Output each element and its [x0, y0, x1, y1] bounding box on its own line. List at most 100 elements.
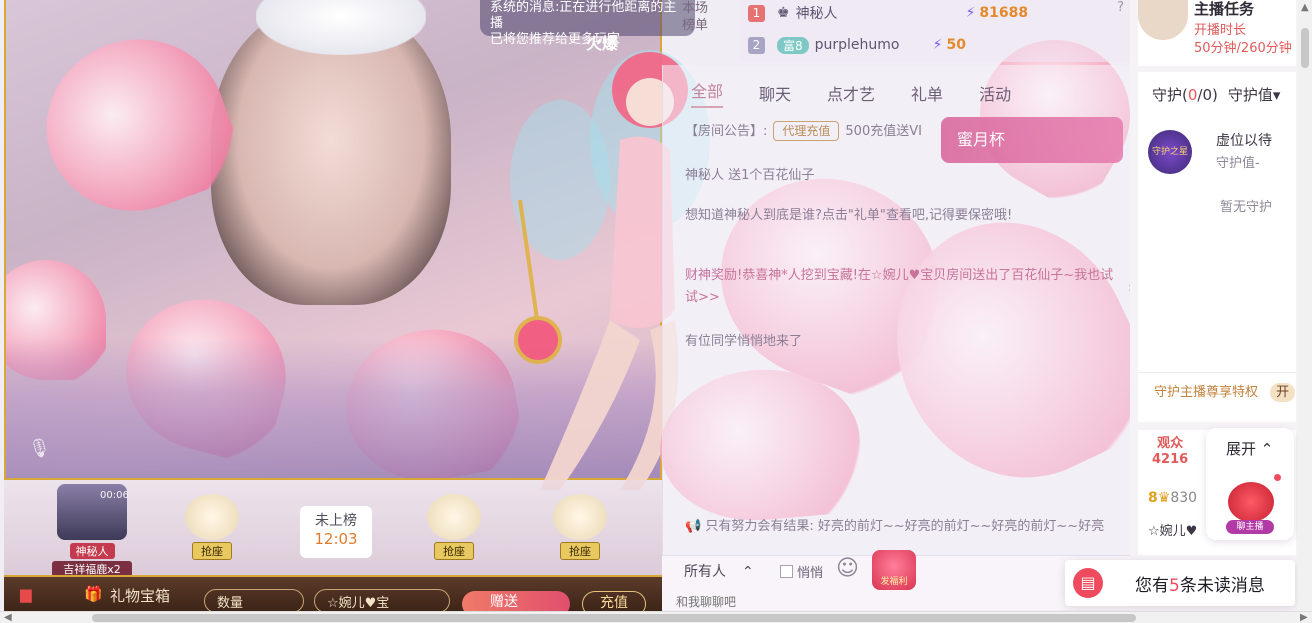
seat-bar: 00:06 神秘人 吉祥福鹿x2 抢座 未上榜 12:03 抢座 抢座 [4, 480, 662, 577]
live-room-page: 🎙 系统的消息:正在进行他距离的主播 已将您推荐给更多玩家 火爆 本场 榜单 1… [0, 0, 1312, 623]
horizontal-scrollbar-thumb[interactable] [92, 614, 1136, 622]
lightning-icon: ⚡ [932, 37, 943, 53]
guard-tab-prefix: 守护( [1152, 86, 1188, 104]
host-seat[interactable]: 00:06 神秘人 吉祥福鹿x2 [52, 484, 132, 577]
gift-recipient-select[interactable]: ☆婉儿♥宝 [314, 589, 450, 613]
guard-star-badge: 守护之星 [1148, 130, 1192, 174]
expand-label: 展开 ⌃ [1226, 438, 1273, 459]
horizontal-scrollbar[interactable]: ◀ ▶ [0, 611, 1312, 623]
gift-box-label[interactable]: 礼物宝箱 [110, 585, 170, 606]
rank-level-badge: 富8 [777, 36, 809, 54]
unread-message-toast[interactable]: ▤ 您有5条未读消息 [1065, 560, 1295, 606]
mystery-avatar-icon: ♚ [777, 5, 790, 21]
task-duration: 开播时长 50分钟/260分钟 [1194, 22, 1292, 58]
viewer-level: 8 [1148, 490, 1158, 506]
expand-text: 展开 [1226, 440, 1257, 458]
guard-vacant: 虚位以待 [1216, 133, 1272, 149]
session-rank-button[interactable]: 本场 榜单 [662, 0, 728, 40]
tab-activity[interactable]: 活动 [979, 81, 1011, 105]
lightning-icon: ⚡ [965, 5, 976, 21]
megaphone-icon: 📢 [685, 519, 702, 534]
honeymoon-cup-banner[interactable]: 蜜月杯 [941, 117, 1123, 163]
rose-gift-icon [1228, 482, 1274, 522]
red-packet-icon[interactable]: ▆ [20, 585, 32, 603]
recipient-select[interactable]: 所有人 ⌃ [676, 558, 770, 586]
unlisted-seat: 未上榜 12:03 [300, 506, 372, 558]
host-seat-name: 神秘人 [69, 543, 115, 559]
announcement-prefix: 【房间公告】: [685, 124, 768, 139]
guard-vacant-value: 守护值- [1216, 156, 1260, 171]
unread-text: 您有5条未读消息 [1135, 571, 1265, 596]
rank-number: 2 [748, 36, 765, 54]
recipient-select-value: 所有人 [684, 564, 726, 580]
open-guard-button[interactable]: 开 [1270, 383, 1296, 402]
chat-input[interactable] [676, 592, 976, 612]
grab-seat-button[interactable]: 抢座 [418, 494, 490, 560]
fire-badge: 火爆 [586, 34, 619, 53]
host-task-card[interactable]: 主播任务 开播时长 50分钟/260分钟 [1138, 0, 1296, 66]
tab-all[interactable]: 全部 [691, 78, 724, 108]
viewer-count: 4216 [1152, 452, 1189, 467]
viewer-panel: 观众 4216 8♛830 ☆婉儿♥ 展开 ⌃ 聊主播 [1138, 428, 1296, 555]
guard-count: 0 [1187, 86, 1198, 104]
tab-guard-value[interactable]: 守护值▾ [1228, 84, 1281, 105]
agent-recharge-chip[interactable]: 代理充值 [773, 121, 840, 141]
viewer-row[interactable]: 8♛830 [1148, 490, 1197, 506]
gift-toolbar: ▆ 🎁 礼物宝箱 数量 ☆婉儿♥宝 赠送 充值 [4, 575, 662, 617]
streamer-hat [256, 0, 426, 55]
chat-host-tag: 聊主播 [1226, 520, 1274, 534]
scroll-left-icon[interactable]: ◀ [4, 612, 12, 623]
rank-row-2[interactable]: 2 富8 purplehumo ⚡ 50 [748, 32, 1118, 58]
chat-message: 财神奖励!恭喜神*人挖到宝藏!在☆婉儿♥宝贝房间送出了百花仙子~我也试试>> [685, 268, 1114, 305]
emoji-icon[interactable]: ☺ [836, 556, 862, 582]
help-icon[interactable]: ? [1117, 0, 1124, 15]
task-duration-value: 50分钟/260分钟 [1194, 41, 1292, 56]
grab-seat-button[interactable]: 抢座 [176, 494, 248, 560]
whisper-checkbox[interactable]: 悄悄 [780, 562, 823, 581]
chat-message: 想知道神秘人到底是谁?点击"礼单"查看吧,记得要保密哦! [685, 208, 1013, 223]
tab-gift-list[interactable]: 礼单 [911, 81, 943, 105]
right-sidebar: 主播任务 开播时长 50分钟/260分钟 守护(0/0) 守护值▾ 守护之星 虚… [1130, 0, 1312, 623]
tab-chat[interactable]: 聊天 [759, 81, 791, 105]
scroll-up-icon[interactable]: ▲ [1301, 2, 1309, 13]
chat-message: 神秘人 送1个百花仙子 [685, 168, 815, 183]
viewer-name: 830 [1170, 490, 1198, 506]
seat-icon [427, 494, 481, 540]
chat-input-bar: 所有人 ⌃ 悄悄 ☺ 发福利 [662, 550, 1130, 612]
rank-button-line2: 榜单 [681, 18, 708, 33]
guard-panel: 守护(0/0) 守护值▾ 守护之星 虚位以待 守护值- 暂无守护 守护主播尊享特… [1138, 72, 1296, 422]
tab-talent[interactable]: 点才艺 [827, 81, 875, 105]
guard-tabs: 守护(0/0) 守护值▾ [1152, 84, 1280, 105]
grab-seat-button[interactable]: 抢座 [544, 494, 616, 560]
microphone-icon[interactable]: 🎙 [28, 438, 52, 462]
unlisted-label: 未上榜 [315, 513, 357, 529]
grab-seat-label: 抢座 [434, 542, 474, 560]
chevron-up-icon: ⌃ [742, 564, 754, 580]
lucky-bag-button[interactable]: 发福利 [872, 550, 916, 590]
rank-row-1[interactable]: 1 ♚ 神秘人 ⚡ 81688 [748, 0, 1118, 26]
rank-button-line1: 本场 [681, 1, 708, 16]
scroll-right-icon[interactable]: ▶ [1300, 612, 1308, 623]
host-seat-time: 00:06 [100, 490, 129, 501]
notification-dot [1274, 474, 1281, 481]
task-icon [1138, 0, 1188, 40]
vertical-scrollbar[interactable]: ▲ [1298, 0, 1312, 611]
tab-guard[interactable]: 守护(0/0) [1152, 84, 1218, 105]
chevron-up-icon: ⌃ [1260, 440, 1274, 458]
seat-icon [185, 494, 239, 540]
unread-suffix: 条未读消息 [1179, 576, 1265, 596]
system-notice-line1: 系统的消息:正在进行他距离的主播 [490, 0, 677, 31]
expand-panel[interactable]: 展开 ⌃ 聊主播 [1206, 428, 1294, 540]
checkbox-box [780, 565, 793, 578]
rank-list: 1 ♚ 神秘人 ⚡ 81688 2 富8 purplehumo ⚡ 50 ? [740, 0, 1130, 62]
viewer-row[interactable]: ☆婉儿♥ [1148, 520, 1197, 539]
message-icon: ▤ [1073, 568, 1103, 598]
rank-number: 1 [748, 4, 765, 22]
chat-message: 📢 只有努力会有结果: 好亮的前灯~~好亮的前灯~~好亮的前灯~~好亮 [685, 515, 1125, 534]
vertical-scrollbar-thumb[interactable] [1301, 28, 1309, 68]
gift-box-icon[interactable]: 🎁 [84, 585, 103, 603]
seat-icon [553, 494, 607, 540]
guard-privilege-link[interactable]: 守护主播尊享特权 开 [1138, 372, 1296, 412]
chat-tabs: 全部 聊天 点才艺 礼单 活动 [663, 75, 1131, 111]
quantity-select[interactable]: 数量 [204, 589, 304, 613]
